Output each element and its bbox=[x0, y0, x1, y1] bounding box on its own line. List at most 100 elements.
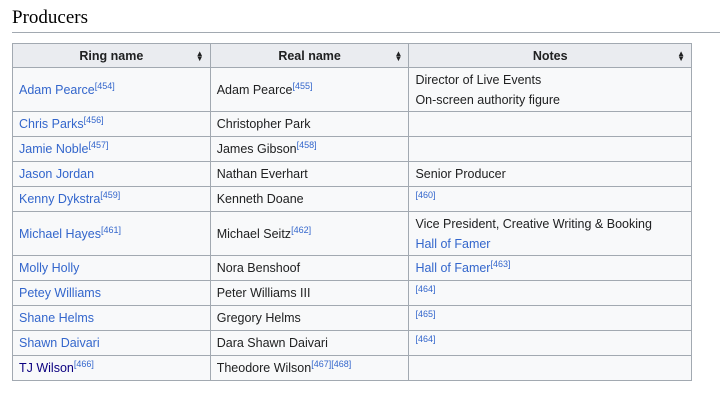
citation-ref[interactable]: [463] bbox=[490, 259, 510, 269]
table-row: Chris Parks[456] Christopher Park bbox=[12, 111, 692, 137]
note-text: Senior Producer bbox=[415, 167, 506, 181]
citation-ref[interactable]: [461] bbox=[101, 225, 121, 235]
real-name-text: Nathan Everhart bbox=[216, 167, 308, 181]
note-line: Director of Live Events bbox=[415, 70, 685, 90]
real-name-cell: Nathan Everhart bbox=[209, 161, 410, 187]
citation-ref[interactable]: [466] bbox=[74, 359, 94, 369]
column-header-label: Notes bbox=[532, 48, 568, 63]
ring-name-link[interactable]: Adam Pearce bbox=[19, 83, 95, 97]
notes-cell: [464] bbox=[408, 280, 692, 306]
ring-name-link[interactable]: Petey Williams bbox=[19, 286, 101, 300]
note-line: [464] bbox=[415, 283, 685, 303]
citation-ref[interactable]: [465] bbox=[415, 309, 435, 319]
real-name-cell: Adam Pearce[455] bbox=[209, 67, 410, 112]
notes-cell bbox=[408, 111, 692, 137]
ring-name-link[interactable]: Shane Helms bbox=[19, 311, 94, 325]
sort-icon[interactable]: ▲ ▼ bbox=[677, 49, 685, 62]
note-line: Senior Producer bbox=[415, 164, 685, 184]
citation-ref[interactable]: [454] bbox=[95, 81, 115, 91]
ring-name-link[interactable]: Shawn Daivari bbox=[19, 336, 100, 350]
section-title: Producers bbox=[12, 7, 88, 28]
section-heading: Producers bbox=[12, 6, 720, 33]
notes-cell: [460] bbox=[408, 186, 692, 212]
citation-ref[interactable]: [457] bbox=[88, 140, 108, 150]
sort-icon[interactable]: ▲ ▼ bbox=[395, 49, 403, 62]
real-name-cell: Nora Benshoof bbox=[209, 255, 410, 281]
notes-cell: Hall of Famer[463] bbox=[408, 255, 692, 281]
ring-name-link[interactable]: Michael Hayes bbox=[19, 227, 101, 241]
ring-name-cell: Michael Hayes[461] bbox=[12, 211, 211, 256]
column-header-real-name[interactable]: Real name ▲ ▼ bbox=[209, 43, 410, 68]
column-header-label: Ring name bbox=[79, 48, 144, 63]
ring-name-cell: TJ Wilson[466] bbox=[12, 355, 211, 381]
column-header-ring-name[interactable]: Ring name ▲ ▼ bbox=[12, 43, 211, 68]
note-line: Hall of Famer[463] bbox=[415, 258, 685, 278]
table-row: Shane Helms Gregory Helms [465] bbox=[12, 305, 692, 331]
notes-cell: [464] bbox=[408, 330, 692, 356]
real-name-cell: Dara Shawn Daivari bbox=[209, 330, 410, 356]
note-text: On-screen authority figure bbox=[415, 92, 560, 107]
notes-cell: Senior Producer bbox=[408, 161, 692, 187]
table-row: Kenny Dykstra[459] Kenneth Doane [460] bbox=[12, 186, 692, 212]
note-line: [460] bbox=[415, 189, 685, 209]
ring-name-cell: Shawn Daivari bbox=[12, 330, 211, 356]
ring-name-cell: Petey Williams bbox=[12, 280, 211, 306]
ring-name-link[interactable]: TJ Wilson bbox=[19, 361, 74, 375]
ring-name-cell: Jason Jordan bbox=[12, 161, 211, 187]
note-link[interactable]: Hall of Famer bbox=[415, 237, 490, 251]
note-line: [464] bbox=[415, 333, 685, 353]
note-line: Vice President, Creative Writing & Booki… bbox=[415, 214, 685, 234]
citation-ref[interactable]: [456] bbox=[84, 115, 104, 125]
citation-ref[interactable]: [460] bbox=[415, 190, 435, 200]
notes-cell bbox=[408, 355, 692, 381]
real-name-text: Michael Seitz bbox=[216, 226, 292, 241]
citation-ref[interactable]: [458] bbox=[297, 140, 317, 150]
ring-name-cell: Jamie Noble[457] bbox=[12, 136, 211, 162]
table-body: Adam Pearce[454] Adam Pearce[455] Director… bbox=[12, 67, 692, 381]
ring-name-link[interactable]: Jason Jordan bbox=[19, 167, 94, 181]
citation-ref[interactable]: [464] bbox=[415, 284, 435, 294]
real-name-cell: Gregory Helms bbox=[209, 305, 410, 331]
column-header-label: Real name bbox=[278, 48, 341, 63]
table-row: Jamie Noble[457] James Gibson[458] bbox=[12, 136, 692, 162]
real-name-cell: Kenneth Doane bbox=[209, 186, 410, 212]
real-name-cell: Peter Williams III bbox=[209, 280, 410, 306]
real-name-text: Christopher Park bbox=[216, 117, 311, 131]
citation-ref[interactable]: [459] bbox=[100, 190, 120, 200]
table-row: Molly Holly Nora Benshoof Hall of Famer[46… bbox=[12, 255, 692, 281]
table-row: Shawn Daivari Dara Shawn Daivari [464] bbox=[12, 330, 692, 356]
real-name-cell: James Gibson[458] bbox=[209, 136, 410, 162]
real-name-text: Gregory Helms bbox=[216, 311, 301, 325]
ring-name-cell: Adam Pearce[454] bbox=[12, 67, 211, 112]
real-name-text: Nora Benshoof bbox=[216, 261, 301, 275]
ring-name-cell: Molly Holly bbox=[12, 255, 211, 281]
note-line: [465] bbox=[415, 308, 685, 328]
ring-name-link[interactable]: Kenny Dykstra bbox=[19, 192, 100, 206]
table-row: TJ Wilson[466] Theodore Wilson[467][468] bbox=[12, 355, 692, 381]
table-header-row: Ring name ▲ ▼ Real name ▲ ▼ Notes ▲ ▼ bbox=[12, 43, 692, 68]
ring-name-link[interactable]: Chris Parks bbox=[19, 117, 84, 131]
citation-ref[interactable]: [467][468] bbox=[311, 359, 351, 369]
note-line: On-screen authority figure bbox=[415, 90, 685, 110]
ring-name-link[interactable]: Molly Holly bbox=[19, 261, 79, 275]
citation-ref[interactable]: [462] bbox=[291, 225, 311, 235]
real-name-text: James Gibson bbox=[216, 142, 297, 156]
note-link[interactable]: Hall of Famer bbox=[415, 261, 490, 275]
producers-table: Ring name ▲ ▼ Real name ▲ ▼ Notes ▲ ▼ Adam … bbox=[12, 43, 692, 381]
real-name-text: Theodore Wilson bbox=[216, 361, 312, 375]
real-name-text: Peter Williams III bbox=[216, 286, 311, 300]
real-name-cell: Christopher Park bbox=[209, 111, 410, 137]
notes-cell: Director of Live Events On-screen authori… bbox=[408, 67, 692, 112]
citation-ref[interactable]: [455] bbox=[292, 81, 312, 91]
table-row: Michael Hayes[461] Michael Seitz[462] Vice… bbox=[12, 211, 692, 256]
sort-icon[interactable]: ▲ ▼ bbox=[196, 49, 204, 62]
ring-name-link[interactable]: Jamie Noble bbox=[19, 142, 88, 156]
notes-cell bbox=[408, 136, 692, 162]
citation-ref[interactable]: [464] bbox=[415, 334, 435, 344]
real-name-text: Adam Pearce bbox=[216, 82, 293, 97]
column-header-notes[interactable]: Notes ▲ ▼ bbox=[408, 43, 692, 68]
ring-name-cell: Shane Helms bbox=[12, 305, 211, 331]
table-row: Petey Williams Peter Williams III [464] bbox=[12, 280, 692, 306]
note-line: Hall of Famer bbox=[415, 234, 685, 254]
real-name-cell: Michael Seitz[462] bbox=[209, 211, 410, 256]
